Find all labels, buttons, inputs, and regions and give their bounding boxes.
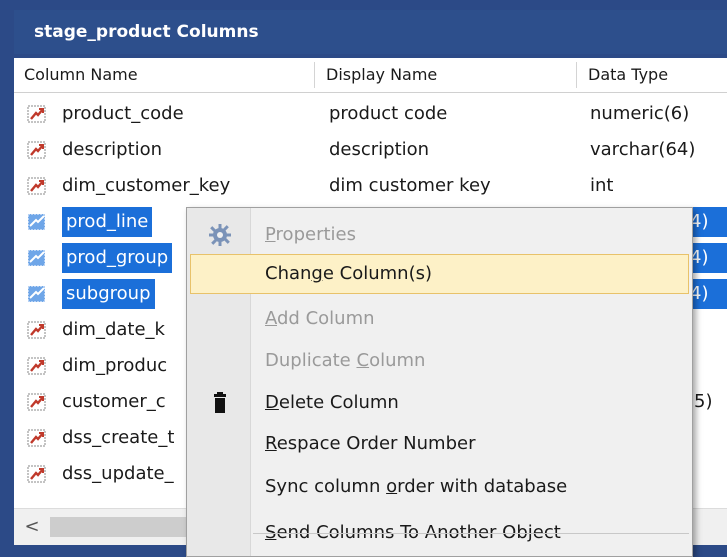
column-header-display[interactable]: Display Name — [316, 58, 576, 92]
scroll-left-arrow-icon[interactable]: < — [18, 513, 46, 541]
gear-icon — [208, 223, 232, 247]
trash-icon — [208, 391, 232, 415]
column-name-cell[interactable]: product_code — [62, 96, 320, 132]
menu-item-sync-column-order[interactable]: Sync column order with database — [190, 467, 689, 507]
table-row[interactable]: description description varchar(64) — [14, 132, 727, 168]
column-icon — [26, 284, 48, 304]
column-name-cell[interactable]: description — [62, 132, 320, 168]
display-name-cell[interactable]: description — [329, 132, 589, 168]
data-type-cell[interactable]: varchar(64) — [590, 132, 727, 168]
window-title: stage_product Columns — [14, 10, 727, 54]
display-name-cell[interactable]: dim customer key — [329, 168, 589, 204]
column-icon — [26, 248, 48, 268]
column-name-cell[interactable]: dim_customer_key — [62, 168, 320, 204]
scroll-thumb[interactable] — [50, 517, 200, 537]
column-icon — [26, 212, 48, 232]
menu-item-change-columns[interactable]: Change Column(s) — [190, 254, 689, 294]
menu-item-label: Duplicate Column — [265, 350, 426, 371]
column-header-name[interactable]: Column Name — [14, 58, 314, 92]
menu-item-label: Add Column — [265, 308, 375, 329]
table-row[interactable]: dim_customer_key dim customer key int — [14, 168, 727, 204]
menu-item-properties[interactable]: Properties — [190, 215, 689, 255]
column-icon — [26, 140, 48, 160]
menu-item-label: Change Column(s) — [265, 263, 433, 284]
column-icon — [26, 428, 48, 448]
column-icon — [26, 320, 48, 340]
display-name-cell[interactable]: product code — [329, 96, 589, 132]
menu-item-delete-column[interactable]: Delete Column — [190, 383, 689, 423]
menu-item-add-column[interactable]: Add Column — [190, 299, 689, 339]
column-icon — [26, 464, 48, 484]
menu-item-label: Delete Column — [265, 392, 399, 413]
column-name-cell[interactable]: prod_group — [62, 243, 173, 273]
grid-header: Column Name Display Name Data Type — [14, 58, 727, 93]
data-type-cell[interactable]: int — [590, 168, 727, 204]
menu-separator — [253, 533, 689, 534]
column-icon — [26, 392, 48, 412]
data-type-cell[interactable]: numeric(6) — [590, 96, 727, 132]
column-icon — [26, 356, 48, 376]
table-row[interactable]: product_code product code numeric(6) — [14, 96, 727, 132]
menu-item-label: Properties — [265, 224, 356, 245]
column-header-type[interactable]: Data Type — [578, 58, 727, 92]
header-divider[interactable] — [314, 62, 315, 88]
column-name-cell[interactable]: subgroup — [62, 279, 155, 309]
data-type-cell[interactable]: 4) — [690, 279, 727, 309]
menu-item-label: Respace Order Number — [265, 433, 476, 454]
menu-item-respace-order-number[interactable]: Respace Order Number — [190, 424, 689, 464]
data-type-cell[interactable]: 5) — [694, 384, 727, 420]
header-divider[interactable] — [576, 62, 577, 88]
data-type-cell[interactable]: 4) — [690, 243, 727, 273]
column-name-cell[interactable]: prod_line — [62, 207, 153, 237]
column-icon — [26, 104, 48, 124]
menu-item-label: Sync column order with database — [265, 476, 568, 497]
menu-item-duplicate-column[interactable]: Duplicate Column — [190, 341, 689, 381]
data-type-cell[interactable]: 4) — [690, 207, 727, 237]
context-menu: Properties Change Column(s) Add Column Dupl… — [186, 207, 693, 557]
column-icon — [26, 176, 48, 196]
